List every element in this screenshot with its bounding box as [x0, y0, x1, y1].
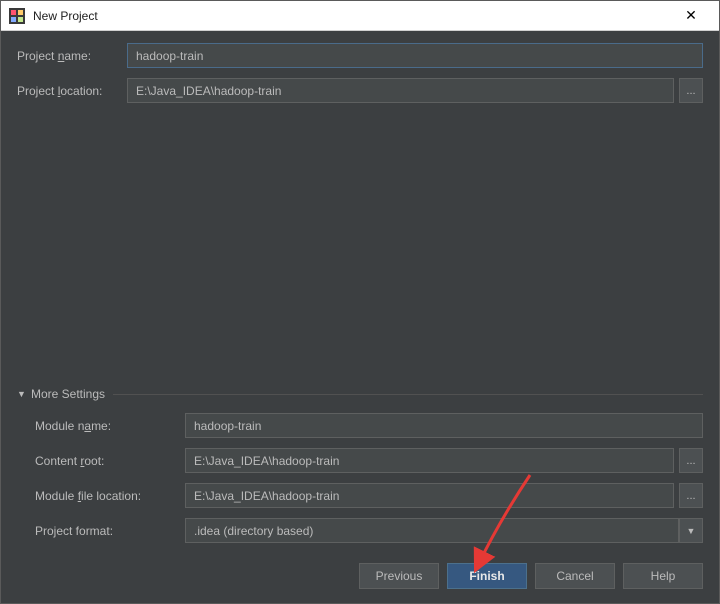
window-title: New Project: [33, 9, 671, 23]
app-icon: [9, 8, 25, 24]
project-location-input[interactable]: [127, 78, 674, 103]
cancel-button[interactable]: Cancel: [535, 563, 615, 589]
more-settings-toggle[interactable]: ▼ More Settings: [17, 387, 703, 401]
previous-button[interactable]: Previous: [359, 563, 439, 589]
separator: [113, 394, 703, 395]
content-root-label: Content root:: [35, 454, 185, 468]
spacer: [17, 113, 703, 387]
content-root-row: Content root: ...: [35, 448, 703, 473]
project-name-input[interactable]: [127, 43, 703, 68]
project-location-row: Project location: ...: [17, 78, 703, 103]
finish-button[interactable]: Finish: [447, 563, 527, 589]
more-settings-panel: Module name: Content root: ... Module fi…: [17, 405, 703, 553]
close-icon[interactable]: ✕: [671, 2, 711, 30]
module-name-input[interactable]: [185, 413, 703, 438]
project-format-label: Project format:: [35, 524, 185, 538]
project-location-label: Project location:: [17, 84, 127, 98]
module-file-location-row: Module file location: ...: [35, 483, 703, 508]
caret-down-icon: ▼: [17, 389, 27, 399]
module-file-location-label: Module file location:: [35, 489, 185, 503]
titlebar: New Project ✕: [1, 1, 719, 31]
project-name-row: Project name:: [17, 43, 703, 68]
project-format-row: Project format: ▼: [35, 518, 703, 543]
content-root-input[interactable]: [185, 448, 674, 473]
module-name-row: Module name:: [35, 413, 703, 438]
module-file-location-browse-button[interactable]: ...: [679, 483, 703, 508]
content-root-browse-button[interactable]: ...: [679, 448, 703, 473]
project-format-value[interactable]: [185, 518, 679, 543]
dialog-content: Project name: Project location: ... ▼ Mo…: [1, 31, 719, 553]
module-name-label: Module name:: [35, 419, 185, 433]
project-name-label: Project name:: [17, 49, 127, 63]
button-bar: Previous Finish Cancel Help: [1, 553, 719, 603]
chevron-down-icon[interactable]: ▼: [679, 518, 703, 543]
more-settings-label: More Settings: [31, 387, 105, 401]
project-format-dropdown[interactable]: ▼: [185, 518, 703, 543]
project-location-browse-button[interactable]: ...: [679, 78, 703, 103]
help-button[interactable]: Help: [623, 563, 703, 589]
new-project-dialog: New Project ✕ Project name: Project loca…: [0, 0, 720, 604]
module-file-location-input[interactable]: [185, 483, 674, 508]
